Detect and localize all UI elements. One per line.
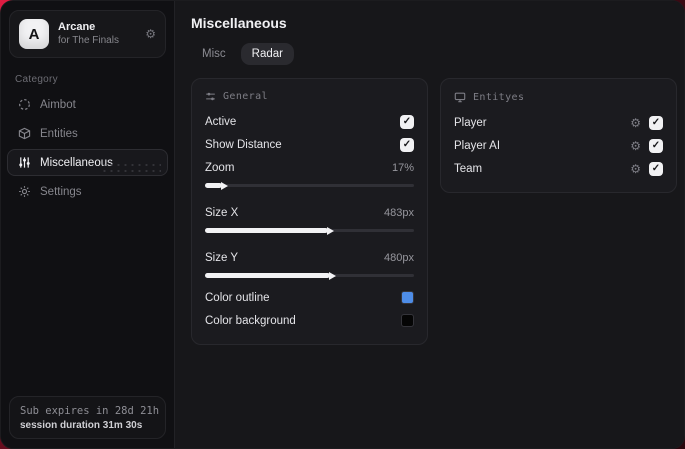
size-y-label: Size Y bbox=[205, 251, 239, 264]
player-row: Player ⚙ ✓ bbox=[454, 111, 663, 134]
sidebar-item-aimbot[interactable]: Aimbot bbox=[7, 91, 168, 118]
team-gear-icon[interactable]: ⚙ bbox=[630, 162, 641, 176]
slider-fill bbox=[205, 226, 335, 235]
check-icon: ✓ bbox=[402, 116, 412, 127]
zoom-row: Zoom 17% bbox=[205, 156, 414, 179]
sidebar-item-settings[interactable]: Settings bbox=[7, 178, 168, 205]
size-x-label: Size X bbox=[205, 206, 239, 219]
size-x-value: 483px bbox=[384, 206, 414, 219]
monitor-icon bbox=[454, 92, 466, 103]
color-background-swatch[interactable] bbox=[401, 314, 414, 327]
size-x-row: Size X 483px bbox=[205, 201, 414, 224]
tab-radar[interactable]: Radar bbox=[240, 43, 294, 65]
show-distance-checkbox[interactable]: ✓ bbox=[400, 137, 414, 152]
entities-panel-header: Entityes bbox=[454, 91, 663, 103]
size-y-value: 480px bbox=[384, 251, 414, 264]
box-icon bbox=[17, 127, 31, 141]
player-ai-label: Player AI bbox=[454, 139, 501, 152]
player-ai-row: Player AI ⚙ ✓ bbox=[454, 134, 663, 157]
slider-fill bbox=[205, 271, 337, 280]
app-window: A Arcane for The Finals ⚙ Category Aimbo… bbox=[0, 0, 685, 449]
general-panel-header: General bbox=[205, 91, 414, 102]
color-outline-label: Color outline bbox=[205, 291, 270, 304]
player-checkbox[interactable]: ✓ bbox=[649, 115, 663, 130]
brand-title: Arcane bbox=[58, 21, 96, 34]
general-panel: General Active ✓ Show Distance ✓ Zoom 17… bbox=[191, 78, 428, 345]
sidebar: A Arcane for The Finals ⚙ Category Aimbo… bbox=[1, 1, 175, 448]
color-outline-swatch[interactable] bbox=[401, 291, 414, 304]
crosshair-icon bbox=[17, 98, 31, 112]
gear-icon bbox=[17, 185, 31, 199]
color-background-row: Color background bbox=[205, 309, 414, 332]
player-ai-gear-icon[interactable]: ⚙ bbox=[630, 139, 641, 153]
category-label: Category bbox=[15, 74, 58, 85]
sidebar-item-miscellaneous[interactable]: Miscellaneous bbox=[7, 149, 168, 176]
tab-misc[interactable]: Misc bbox=[191, 43, 237, 65]
active-checkbox[interactable]: ✓ bbox=[400, 114, 414, 129]
zoom-slider[interactable] bbox=[205, 180, 414, 190]
check-icon: ✓ bbox=[651, 140, 661, 151]
sliders-mini-icon bbox=[206, 92, 215, 101]
check-icon: ✓ bbox=[651, 163, 661, 174]
brand-subtitle: for The Finals bbox=[58, 34, 119, 46]
entities-panel: Entityes Player ⚙ ✓ Player AI ⚙ ✓ Team ⚙… bbox=[440, 78, 677, 193]
active-row: Active ✓ bbox=[205, 110, 414, 133]
team-checkbox[interactable]: ✓ bbox=[649, 161, 663, 176]
active-label: Active bbox=[205, 115, 237, 128]
sub-expiry-text: Sub expires in 28d 21h bbox=[20, 405, 160, 417]
sidebar-item-entities[interactable]: Entities bbox=[7, 120, 168, 147]
show-distance-label: Show Distance bbox=[205, 138, 282, 151]
show-distance-row: Show Distance ✓ bbox=[205, 133, 414, 156]
panel-row: General Active ✓ Show Distance ✓ Zoom 17… bbox=[191, 78, 677, 345]
entities-panel-title: Entityes bbox=[473, 91, 525, 103]
brand-gear-icon[interactable]: ⚙ bbox=[145, 27, 156, 41]
zoom-label: Zoom bbox=[205, 161, 235, 174]
dots-decoration bbox=[101, 162, 161, 174]
player-gear-icon[interactable]: ⚙ bbox=[630, 116, 641, 130]
slider-track bbox=[205, 184, 414, 187]
sidebar-item-label: Settings bbox=[40, 185, 82, 198]
player-label: Player bbox=[454, 116, 487, 129]
general-panel-title: General bbox=[223, 91, 268, 102]
check-icon: ✓ bbox=[651, 117, 661, 128]
zoom-value: 17% bbox=[391, 161, 414, 174]
size-y-row: Size Y 480px bbox=[205, 246, 414, 269]
brand-text: Arcane for The Finals bbox=[58, 21, 136, 46]
size-y-slider[interactable] bbox=[205, 270, 414, 280]
team-label: Team bbox=[454, 162, 483, 175]
sidebar-nav: Aimbot Entities Miscellaneous Settings bbox=[1, 91, 174, 205]
check-icon: ✓ bbox=[402, 139, 412, 150]
sliders-icon bbox=[17, 156, 31, 170]
slider-fill bbox=[205, 181, 228, 190]
brand-logo: A bbox=[19, 19, 49, 49]
size-x-slider[interactable] bbox=[205, 225, 414, 235]
sidebar-item-label: Aimbot bbox=[40, 98, 76, 111]
sidebar-item-label: Entities bbox=[40, 127, 78, 140]
player-ai-checkbox[interactable]: ✓ bbox=[649, 138, 663, 153]
page-title: Miscellaneous bbox=[191, 15, 287, 31]
tab-bar: Misc Radar bbox=[191, 43, 677, 65]
brand-card: A Arcane for The Finals ⚙ bbox=[9, 10, 166, 58]
subscription-card: Sub expires in 28d 21h session duration … bbox=[9, 396, 166, 439]
session-duration-text: session duration 31m 30s bbox=[20, 420, 143, 431]
team-row: Team ⚙ ✓ bbox=[454, 157, 663, 180]
color-outline-row: Color outline bbox=[205, 286, 414, 309]
main-content: Miscellaneous Misc Radar General Active bbox=[175, 1, 684, 448]
color-background-label: Color background bbox=[205, 314, 296, 327]
